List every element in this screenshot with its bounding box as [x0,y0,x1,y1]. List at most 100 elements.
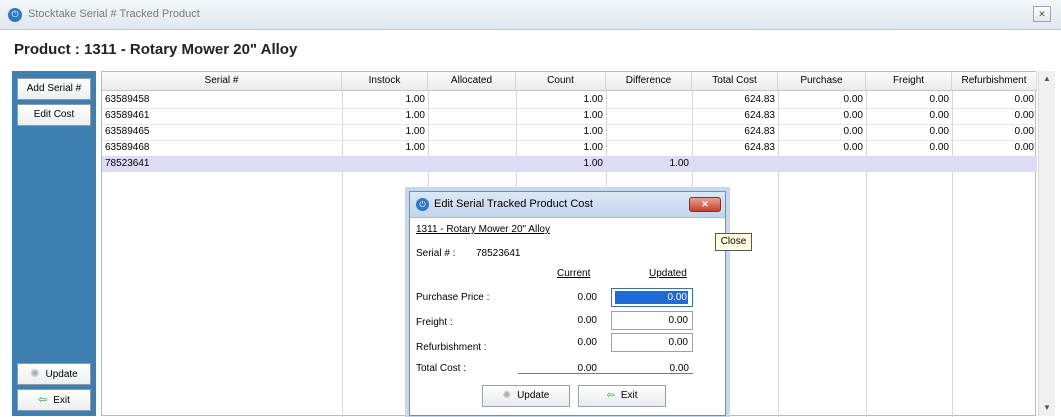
scroll-up-arrow-icon[interactable]: ▲ [1039,71,1055,87]
total-updated-value: 0.00 [669,363,689,374]
cell-allocated [428,156,516,172]
cell-purchase [778,156,866,172]
cell-serial: 63589458 [105,94,150,105]
freight-input[interactable]: 0.00 [611,311,693,330]
total-cost-label: Total Cost : [416,363,467,374]
window-titlebar: ⏻ Stocktake Serial # Tracked Product ✕ [0,0,1061,30]
edit-cost-label: Edit Cost [33,109,75,120]
refurbishment-input[interactable]: 0.00 [611,333,693,352]
column-header-difference[interactable]: Difference [606,72,692,90]
dialog-exit-button[interactable]: ⇦ Exit [578,385,666,407]
current-header: Current [557,268,591,279]
table-row-selected[interactable]: 78523641 1.00 1.00 [102,156,1037,172]
update-button[interactable]: ✺ Update [17,363,91,385]
cell-freight: 0.00 [929,142,949,153]
updated-header: Updated [649,268,687,279]
cell-refurbishment: 0.00 [1014,94,1034,105]
vertical-scrollbar[interactable]: ▲ ▼ [1038,71,1055,416]
gear-spinner-icon: ✺ [30,368,40,380]
cell-difference: 1.00 [669,158,689,169]
cell-purchase: 0.00 [843,94,863,105]
serial-label: Serial # : [416,248,456,259]
cell-serial: 63589465 [105,126,150,137]
exit-button[interactable]: ⇦ Exit [17,389,91,411]
window-close-button[interactable]: ✕ [1033,6,1051,22]
refurbishment-current-value: 0.00 [577,337,597,348]
add-serial-label: Add Serial # [26,83,82,94]
cell-serial: 63589461 [105,110,150,121]
page-title: Product : 1311 - Rotary Mower 20" Alloy [14,41,298,58]
cell-count: 1.00 [583,94,603,105]
cell-purchase: 0.00 [843,110,863,121]
cell-count: 1.00 [583,110,603,121]
serial-value: 78523641 [476,248,521,259]
column-header-count[interactable]: Count [516,72,606,90]
purchase-price-input[interactable]: 0.00 [611,288,693,307]
cell-total-cost: 624.83 [744,142,775,153]
cell-total-cost: 624.83 [744,94,775,105]
freight-label: Freight : [416,317,453,328]
cell-allocated [428,92,516,108]
scroll-down-arrow-icon[interactable]: ▼ [1039,400,1055,416]
column-header-purchase[interactable]: Purchase [778,72,866,90]
add-serial-button[interactable]: Add Serial # [17,78,91,100]
cell-refurbishment: 0.00 [1014,110,1034,121]
cell-instock [342,156,428,172]
close-tooltip: Close [715,233,752,251]
column-header-total-cost[interactable]: Total Cost [692,72,778,90]
column-header-freight[interactable]: Freight [866,72,952,90]
dialog-close-button[interactable]: ✕ [689,197,721,212]
purchase-price-input-value: 0.00 [615,291,688,304]
cell-purchase: 0.00 [843,142,863,153]
cell-instock: 1.00 [405,110,425,121]
power-icon: ⏻ [416,198,429,211]
column-header-refurbishment[interactable]: Refurbishment [952,72,1037,90]
cell-serial: 63589468 [105,142,150,153]
column-header-allocated[interactable]: Allocated [428,72,516,90]
cell-total-cost: 624.83 [744,126,775,137]
exit-icon: ⇦ [38,394,48,406]
cell-difference [606,124,692,140]
refurbishment-label: Refurbishment : [416,342,487,353]
sidebar: Add Serial # Edit Cost ✺ Update ⇦ Exit [12,71,96,416]
cell-instock: 1.00 [405,126,425,137]
cell-freight: 0.00 [929,94,949,105]
cell-difference [606,140,692,156]
cell-serial: 78523641 [105,158,150,169]
cell-refurbishment: 0.00 [1014,126,1034,137]
cell-count: 1.00 [583,126,603,137]
dialog-exit-label: Exit [620,390,638,401]
purchase-price-label: Purchase Price : [416,292,490,303]
cell-freight [866,156,952,172]
cell-refurbishment [952,156,1037,172]
dialog-update-button[interactable]: ✺ Update [482,385,570,407]
cell-count: 1.00 [583,158,603,169]
cell-freight: 0.00 [929,126,949,137]
freight-current-value: 0.00 [577,315,597,326]
cell-difference [606,92,692,108]
exit-label: Exit [53,395,70,406]
grid-header: Serial # Instock Allocated Count Differe… [102,72,1037,91]
dialog-title: Edit Serial Tracked Product Cost [434,198,593,210]
power-icon: ⏻ [8,8,22,22]
table-row[interactable]: 63589461 1.00 1.00 624.83 0.00 0.00 0.00 [102,108,1037,124]
cell-instock: 1.00 [405,94,425,105]
product-link[interactable]: 1311 - Rotary Mower 20" Alloy [416,224,550,235]
column-header-serial[interactable]: Serial # [102,72,342,90]
exit-icon: ⇦ [606,390,615,401]
cell-count: 1.00 [583,142,603,153]
table-row[interactable]: 63589458 1.00 1.00 624.83 0.00 0.00 0.00 [102,92,1037,108]
table-row[interactable]: 63589465 1.00 1.00 624.83 0.00 0.00 0.00 [102,124,1037,140]
cell-allocated [428,124,516,140]
purchase-current-value: 0.00 [577,292,597,303]
edit-cost-dialog: ⏻ Edit Serial Tracked Product Cost ✕ 131… [409,191,726,416]
cell-total-cost [692,156,778,172]
table-row[interactable]: 63589468 1.00 1.00 624.83 0.00 0.00 0.00 [102,140,1037,156]
update-label: Update [45,369,78,380]
cell-refurbishment: 0.00 [1014,142,1034,153]
cell-instock: 1.00 [405,142,425,153]
cell-total-cost: 624.83 [744,110,775,121]
edit-cost-button[interactable]: Edit Cost [17,104,91,126]
cell-purchase: 0.00 [843,126,863,137]
column-header-instock[interactable]: Instock [342,72,428,90]
